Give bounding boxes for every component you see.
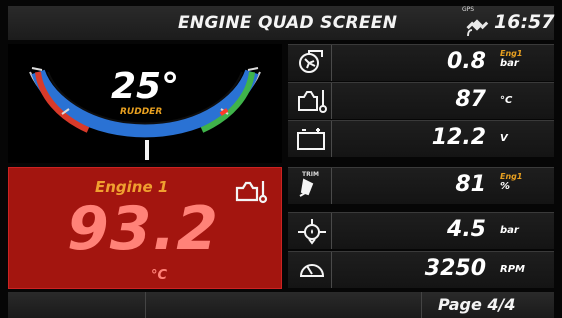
oil-temperature-icon [298,90,327,113]
turbo-boost-unit: bar [500,58,519,69]
battery-voltage-unit: V [500,133,508,144]
engine-rpm-value: 3250 [424,256,486,281]
tachometer-icon [299,264,325,277]
oil-pressure-unit: bar [500,225,519,236]
data-row-oil-pressure[interactable]: 4.5 bar [288,212,554,249]
engine-alarm-panel[interactable]: Engine 1 93.2 °C [8,167,282,289]
oil-temperature-value: 87 [455,87,486,112]
screen-title: ENGINE QUAD SCREEN [178,13,398,33]
clock-time: 16:57 [494,11,555,33]
alarm-value: 93.2 [67,194,220,264]
page-indicator: Page 4/4 [438,295,516,314]
engine-rpm-unit: RPM [500,264,525,275]
battery-voltage-value: 12.2 [431,125,486,150]
trim-value: 81 [455,172,486,197]
data-row-battery[interactable]: 12.2 V [288,120,554,157]
alarm-unit: °C [151,268,168,283]
turbo-boost-icon [299,50,323,73]
data-row-trim[interactable]: TRIM 81 Eng1 % [288,167,554,204]
softkey-2[interactable] [146,292,422,318]
oil-temperature-unit: °C [500,95,513,106]
header-bar: ENGINE QUAD SCREEN GPS 16:57 [8,6,554,40]
oil-pressure-icon [298,219,326,245]
rudder-label: RUDDER [120,107,163,117]
rudder-angle-value: 25° [111,66,180,107]
trim-icon [299,178,314,197]
softkey-bar: Page 4/4 [8,292,554,318]
data-row-oil-temperature[interactable]: 87 °C [288,82,554,119]
satellite-icon [466,19,489,37]
gps-status: GPS [460,6,492,40]
oil-pressure-value: 4.5 [447,217,486,242]
data-row-turbo-boost[interactable]: 0.8 Eng1 bar [288,44,554,81]
softkey-1[interactable] [8,292,146,318]
trim-unit: % [500,181,511,192]
oil-temperature-icon [235,181,268,204]
turbo-boost-value: 0.8 [447,49,486,74]
battery-icon [297,128,325,150]
data-row-rpm[interactable]: 3250 RPM [288,251,554,288]
rudder-panel: 25° RUDDER [8,44,282,163]
engine-quad-screen: ENGINE QUAD SCREEN GPS 16:57 25° RUDDER … [0,0,562,318]
